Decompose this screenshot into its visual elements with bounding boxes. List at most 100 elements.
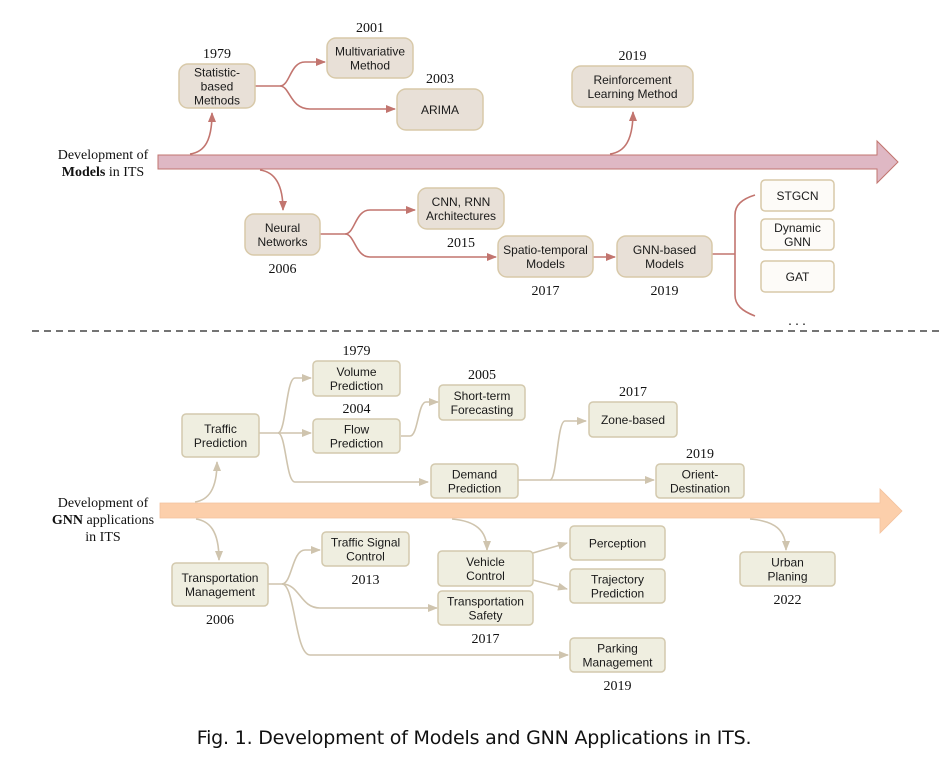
models-section: Development of Models in ITS Statistic-b… xyxy=(58,21,899,329)
node-reinforcement: ReinforcementLearning Method 2019 xyxy=(571,49,694,108)
apps-axis-label-bold: GNN xyxy=(52,513,83,528)
node-label-line: Management xyxy=(582,656,653,670)
node-year-label: 2022 xyxy=(774,593,802,608)
node-stgcn: STGCN xyxy=(760,179,835,212)
gnn-variants-bracket xyxy=(734,194,756,317)
apps-axis-label-rest: applications xyxy=(83,513,154,528)
node-volume-prediction: VolumePrediction 1979 xyxy=(312,344,401,397)
node-label-line: Prediction xyxy=(194,436,247,450)
node-label-line: Volume xyxy=(336,365,376,379)
node-label-line: Control xyxy=(346,550,385,564)
node-label-line: GAT xyxy=(786,270,810,284)
node-label-line: Prediction xyxy=(591,587,644,601)
connector-axis-to-statistic xyxy=(189,112,216,155)
node-label-line: Management xyxy=(185,585,256,599)
node-label-line: Learning Method xyxy=(587,87,677,101)
gnn-variants-ellipsis: . . . xyxy=(788,314,806,329)
node-label-line: CNN, RNN xyxy=(432,195,491,209)
node-transportation-safety: TransportationSafety 2017 xyxy=(437,590,534,647)
models-axis-label-line1: Development of xyxy=(58,148,149,163)
node-neural: NeuralNetworks 2006 xyxy=(244,213,321,277)
node-label-line: Prediction xyxy=(448,482,501,496)
node-year-label: 2019 xyxy=(651,284,679,299)
apps-axis-label-line2: GNN applications xyxy=(52,513,154,528)
node-year-label: 2019 xyxy=(619,49,647,64)
node-label-line: Short-term xyxy=(454,389,511,403)
node-year-label: 2006 xyxy=(206,613,234,628)
node-label-line: Safety xyxy=(468,609,502,623)
node-transportation-management: TransportationManagement 2006 xyxy=(171,562,269,628)
applications-timeline-arrow xyxy=(159,488,903,534)
node-urban-planing: UrbanPlaning 2022 xyxy=(739,551,836,608)
models-axis-label-rest: in ITS xyxy=(105,165,144,180)
node-label-line: Multivariative xyxy=(335,45,405,59)
connector-statistic-to-arima xyxy=(279,85,396,113)
node-label-line: Dynamic xyxy=(774,221,821,235)
timeline-diagram: Development of Models in ITS Statistic-b… xyxy=(32,21,942,694)
node-label-line: Demand xyxy=(452,468,497,482)
node-traffic-signal: Traffic SignalControl 2013 xyxy=(321,531,410,588)
apps-axis-label-line3: in ITS xyxy=(85,530,120,545)
node-traffic-prediction: TrafficPrediction xyxy=(181,413,260,458)
node-perception: Perception xyxy=(569,525,666,561)
node-label-line: Spatio-temporal xyxy=(503,243,588,257)
node-label-line: Method xyxy=(350,59,390,73)
node-label-line: Control xyxy=(466,569,505,583)
node-label-line: Planing xyxy=(767,570,807,584)
node-label-line: Forecasting xyxy=(451,403,514,417)
node-demand-prediction: DemandPrediction xyxy=(430,463,519,499)
node-label-line: Flow xyxy=(344,423,370,437)
connector-traffic-to-volume xyxy=(259,374,312,434)
node-label-line: Zone-based xyxy=(601,413,665,427)
connector-axis-to-vehicle-control xyxy=(451,518,491,551)
node-year-label: 2017 xyxy=(532,284,560,299)
node-year-label: 2005 xyxy=(468,368,496,383)
node-year-label: 1979 xyxy=(343,344,371,359)
models-axis-label-bold: Models xyxy=(62,165,106,180)
node-label-line: STGCN xyxy=(777,189,819,203)
node-zone-based: Zone-based 2017 xyxy=(588,385,678,438)
node-label-line: Destination xyxy=(670,482,730,496)
node-label-line: Models xyxy=(526,257,565,271)
node-multivariative: MultivariativeMethod 2001 xyxy=(326,21,414,79)
figure-caption: Fig. 1. Development of Models and GNN Ap… xyxy=(196,727,752,749)
node-label-line: Trajectory xyxy=(591,573,644,587)
node-cnn-rnn: CNN, RNNArchitectures 2015 xyxy=(417,187,505,251)
node-label-line: ARIMA xyxy=(421,103,459,117)
node-label-line: Architectures xyxy=(426,209,496,223)
node-statistic: Statistic-basedMethods 1979 xyxy=(178,47,256,109)
apps-axis-label-line1: Development of xyxy=(58,496,149,511)
connector-axis-to-traffic-prediction xyxy=(194,461,221,503)
connector-demand-to-zone xyxy=(518,417,587,481)
connector-vehicle-to-trajectory xyxy=(532,579,568,591)
applications-section: Development of GNN applications in ITS T… xyxy=(52,344,903,694)
node-vehicle-control: VehicleControl xyxy=(437,550,534,587)
node-dynamic-gnn: DynamicGNN xyxy=(760,218,835,251)
node-gat: GAT xyxy=(760,260,835,293)
models-timeline-arrow xyxy=(157,139,899,185)
node-label-line: Transportation xyxy=(447,595,524,609)
node-year-label: 2017 xyxy=(619,385,647,400)
node-year-label: 2019 xyxy=(604,679,632,694)
node-label-line: Vehicle xyxy=(466,555,505,569)
node-year-label: 2004 xyxy=(343,402,371,417)
node-label-line: Prediction xyxy=(330,437,383,451)
connector-management-to-signal xyxy=(268,546,321,585)
node-label-line: Parking xyxy=(597,642,638,656)
connector-vehicle-to-perception xyxy=(532,541,568,554)
connector-statistic-to-multivariative xyxy=(255,58,326,87)
node-label-line: Neural xyxy=(265,221,300,235)
node-arima: ARIMA 2003 xyxy=(396,72,484,131)
node-year-label: 2017 xyxy=(472,632,500,647)
node-label-line: GNN-based xyxy=(633,243,696,257)
models-axis-label-line2: Models in ITS xyxy=(62,165,144,180)
node-year-label: 2003 xyxy=(426,72,454,87)
node-flow-prediction: FlowPrediction 2004 xyxy=(312,402,401,454)
node-label-line: based xyxy=(201,80,234,94)
node-short-term: Short-termForecasting 2005 xyxy=(438,368,526,421)
node-label-line: Networks xyxy=(257,235,307,249)
node-trajectory: TrajectoryPrediction xyxy=(569,568,666,604)
node-parking: ParkingManagement 2019 xyxy=(569,637,666,694)
node-label-line: Methods xyxy=(194,94,240,108)
node-label-line: Prediction xyxy=(330,379,383,393)
